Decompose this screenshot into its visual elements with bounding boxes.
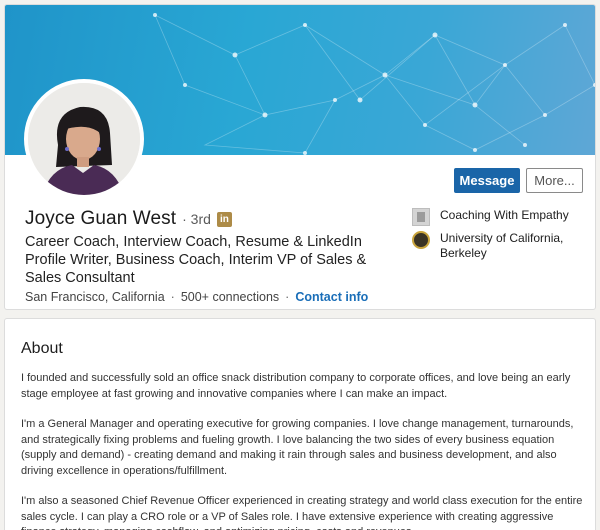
about-paragraph: I'm also a seasoned Chief Revenue Office… [21,495,583,530]
profile-meta-row: San Francisco, California · 500+ connect… [25,290,368,304]
profile-headline: Career Coach, Interview Coach, Resume & … [25,234,367,286]
current-company[interactable]: Coaching With Empathy [412,208,590,226]
about-paragraph: I'm a General Manager and operating exec… [21,418,574,477]
about-body: I founded and successfully sold an offic… [21,371,586,530]
avatar-icon [28,83,140,195]
about-title: About [21,340,63,357]
message-button[interactable]: Message [454,168,520,193]
meta-separator: · [170,290,175,304]
more-button[interactable]: More... [526,168,583,193]
linkedin-premium-icon: in [216,211,232,227]
company-name: Coaching With Empathy [440,208,569,222]
profile-card: Message More... Joyce Guan West · 3rd in… [4,4,596,310]
education-school[interactable]: University of California, Berkeley [412,231,590,261]
name-row: Joyce Guan West · 3rd in [25,208,232,230]
profile-location: San Francisco, California [25,290,165,304]
profile-photo[interactable] [24,79,144,199]
about-section: About I founded and successfully sold an… [4,318,596,530]
about-paragraph: I founded and successfully sold an offic… [21,372,571,400]
meta-separator: · [285,290,290,304]
school-name: University of California, Berkeley [440,231,564,260]
company-logo-icon [412,208,430,226]
university-seal-icon [412,231,430,249]
profile-name: Joyce Guan West [25,208,177,229]
contact-info-link[interactable]: Contact info [295,290,368,304]
connections-count[interactable]: 500+ connections [181,290,279,304]
connection-degree: · 3rd [182,211,211,227]
